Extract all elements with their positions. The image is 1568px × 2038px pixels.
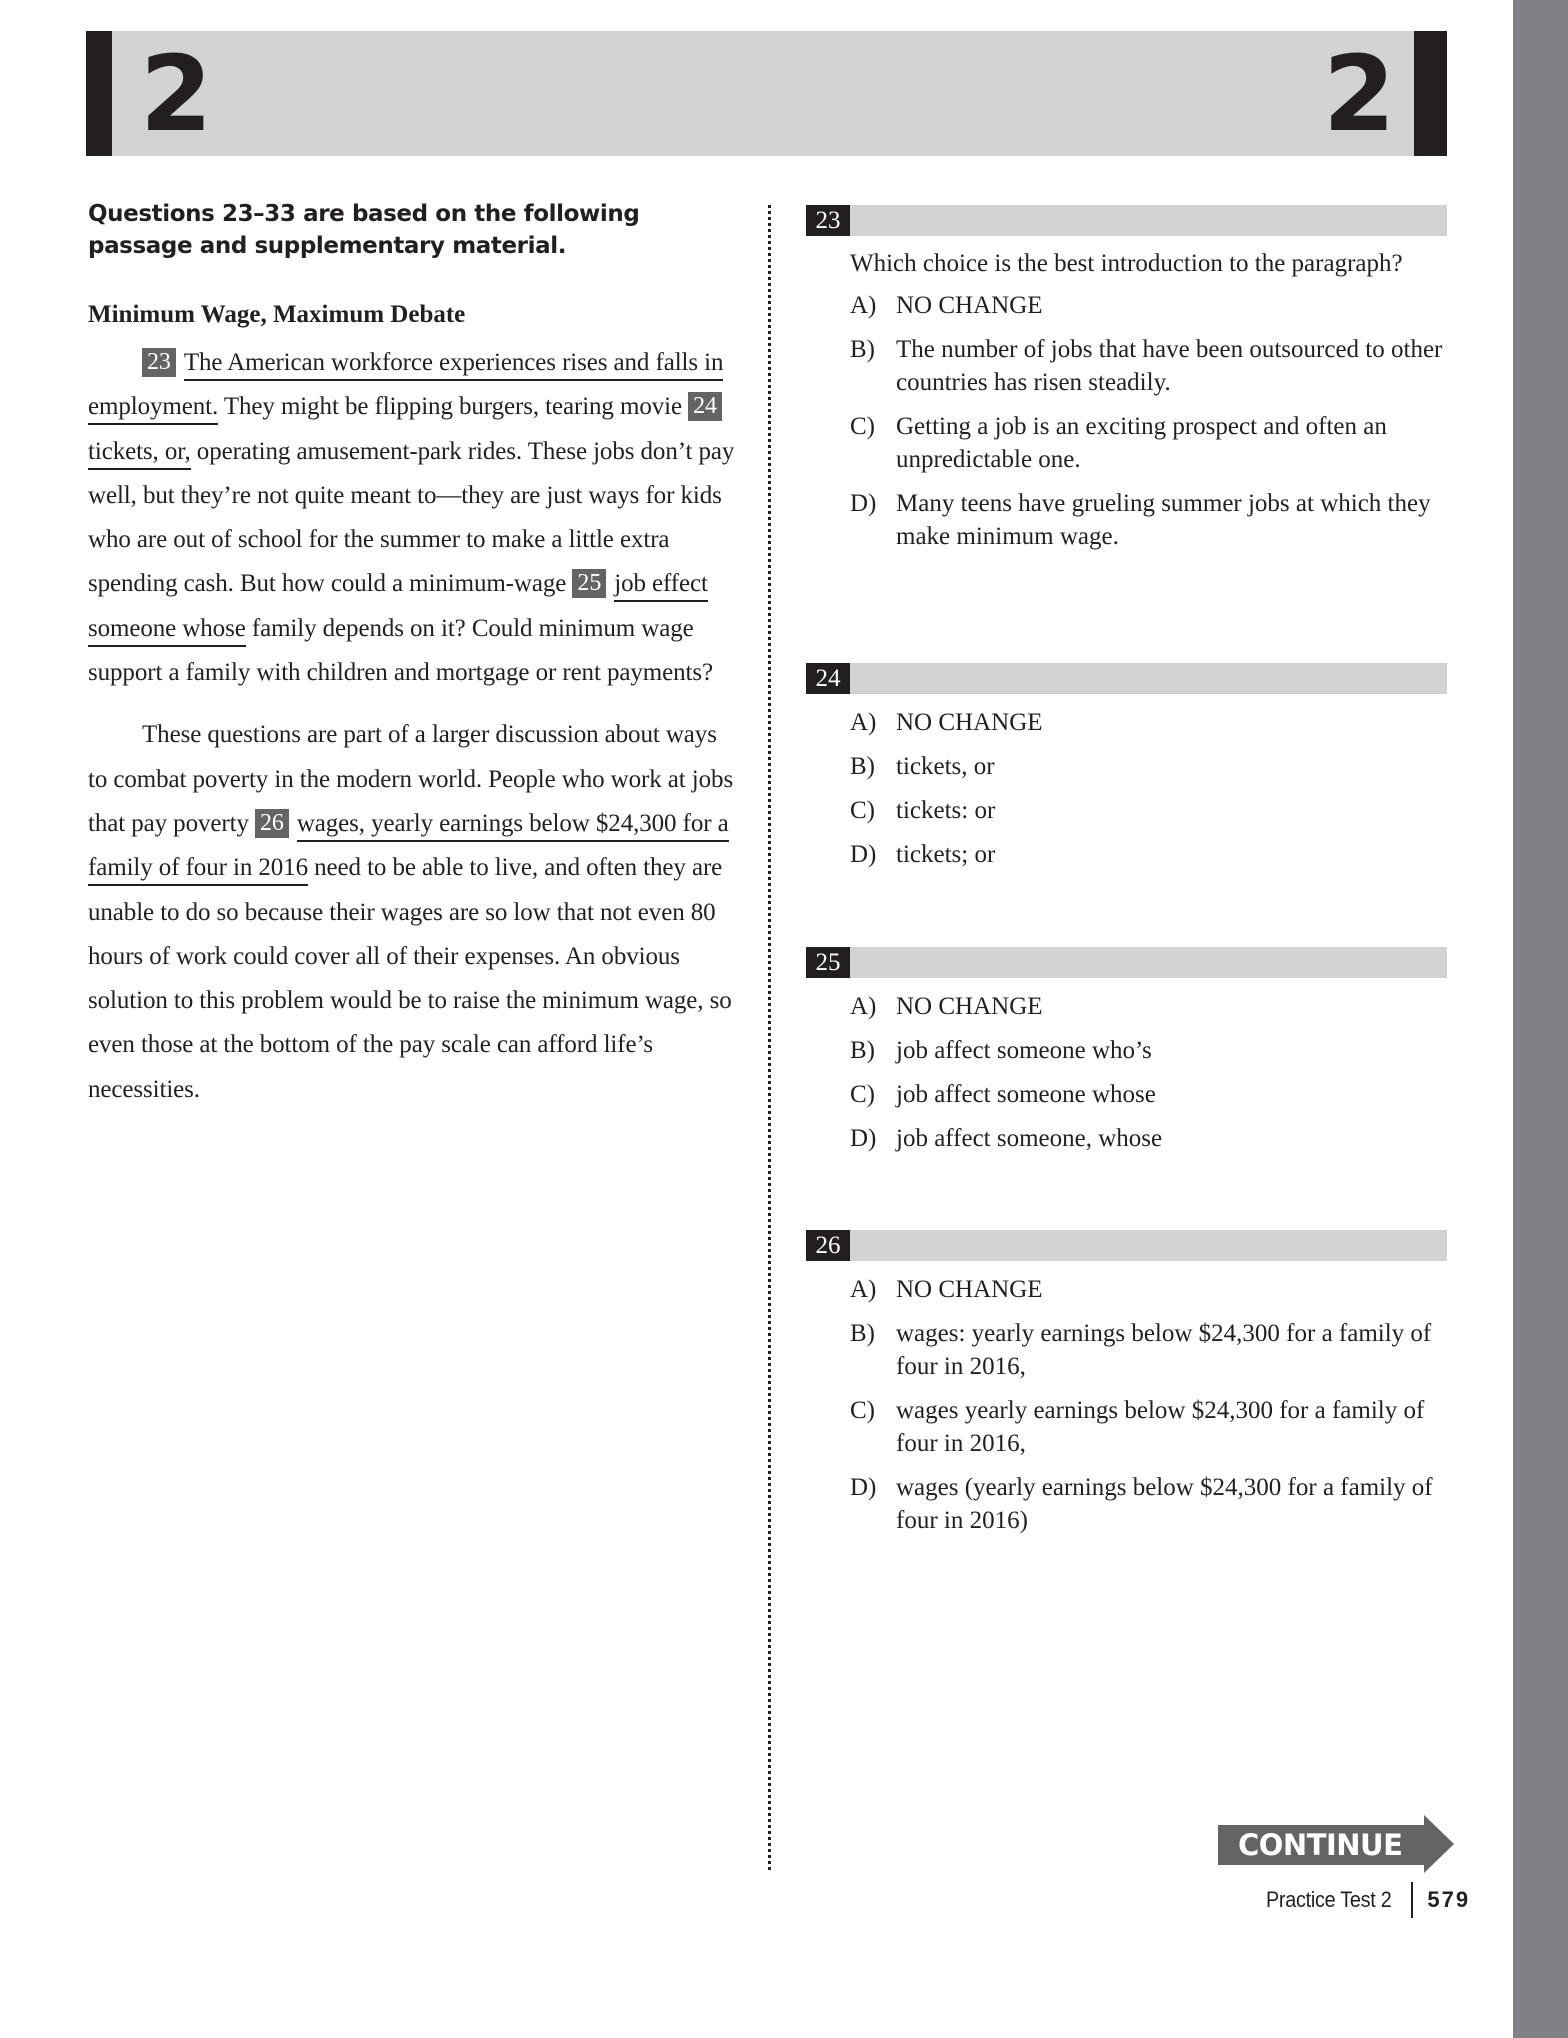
choice-letter: A) bbox=[850, 993, 877, 1020]
question-marker-23[interactable]: 23 bbox=[142, 348, 176, 377]
answer-choice-c[interactable]: C) job affect someone whose bbox=[850, 1078, 1447, 1111]
choice-letter: D) bbox=[850, 490, 877, 517]
answer-choice-c[interactable]: C) tickets: or bbox=[850, 794, 1447, 827]
answer-choice-c[interactable]: C) wages yearly earnings below $24,300 fo… bbox=[850, 1394, 1447, 1460]
question-26: 26 A) NO CHANGE B) wages: yearly earnings … bbox=[806, 1230, 1447, 1537]
underlined-text-24: tickets, or, bbox=[88, 437, 191, 470]
answer-choice-b[interactable]: B) tickets, or bbox=[850, 750, 1447, 783]
choice-letter: C) bbox=[850, 1397, 875, 1424]
column-divider bbox=[768, 205, 771, 1870]
choice-text: NO CHANGE bbox=[896, 292, 1043, 319]
choice-text: job affect someone, whose bbox=[896, 1125, 1163, 1152]
choice-text: tickets; or bbox=[896, 841, 996, 868]
continue-label: CONTINUE bbox=[1238, 1828, 1403, 1862]
question-25: 25 A) NO CHANGE B) job affect someone who’… bbox=[806, 947, 1447, 1155]
section-number-left: 2 bbox=[140, 33, 212, 155]
question-23: 23 Which choice is the best introduction… bbox=[806, 205, 1447, 553]
header-left-marker bbox=[86, 31, 112, 156]
choice-text: wages: yearly earnings below $24,300 for… bbox=[896, 1320, 1432, 1380]
question-marker-25[interactable]: 25 bbox=[572, 569, 607, 599]
answer-choice-b[interactable]: B) wages: yearly earnings below $24,300 f… bbox=[850, 1317, 1447, 1383]
answer-choice-a[interactable]: A) NO CHANGE bbox=[850, 1273, 1447, 1306]
answer-choice-a[interactable]: A) NO CHANGE bbox=[850, 706, 1447, 739]
passage-column: Questions 23–33 are based on the followi… bbox=[88, 198, 736, 1112]
question-number: 23 bbox=[806, 205, 850, 236]
page-number: 579 bbox=[1427, 1887, 1471, 1912]
answer-choice-b[interactable]: B) job affect someone who’s bbox=[850, 1034, 1447, 1067]
choice-text: tickets, or bbox=[896, 753, 995, 780]
answer-choice-d[interactable]: D) job affect someone, whose bbox=[850, 1122, 1447, 1155]
choice-text: The number of jobs that have been outsou… bbox=[896, 336, 1443, 396]
choice-text: Many teens have grueling summer jobs at … bbox=[896, 490, 1431, 550]
question-number: 25 bbox=[806, 947, 850, 978]
section-number-right: 2 bbox=[1323, 33, 1395, 155]
choice-letter: A) bbox=[850, 1276, 877, 1303]
arrow-right-icon bbox=[1424, 1815, 1454, 1873]
choice-text: NO CHANGE bbox=[896, 1276, 1043, 1303]
passage-intro: Questions 23–33 are based on the followi… bbox=[88, 201, 640, 259]
question-24: 24 A) NO CHANGE B) tickets, or C) tickets: … bbox=[806, 663, 1447, 871]
choice-letter: B) bbox=[850, 1037, 875, 1064]
choice-text: NO CHANGE bbox=[896, 709, 1043, 736]
question-header: 24 bbox=[806, 663, 1447, 694]
choice-letter: B) bbox=[850, 753, 875, 780]
choice-letter: C) bbox=[850, 1081, 875, 1108]
choice-letter: C) bbox=[850, 797, 875, 824]
choice-letter: D) bbox=[850, 841, 877, 868]
question-header: 23 bbox=[806, 205, 1447, 236]
choice-letter: A) bbox=[850, 292, 877, 319]
choice-letter: B) bbox=[850, 1320, 875, 1347]
answer-choice-c[interactable]: C) Getting a job is an exciting prospect … bbox=[850, 410, 1447, 476]
question-header: 25 bbox=[806, 947, 1447, 978]
choice-letter: D) bbox=[850, 1474, 877, 1501]
continue-button[interactable]: CONTINUE bbox=[1218, 1815, 1454, 1873]
choice-text: wages (yearly earnings below $24,300 for… bbox=[896, 1474, 1433, 1534]
page-edge-strip bbox=[1513, 0, 1568, 2038]
passage-text: They might be flipping burgers, tearing … bbox=[218, 393, 689, 421]
passage-paragraph-2: These questions are part of a larger dis… bbox=[88, 713, 736, 1112]
answer-choice-b[interactable]: B) The number of jobs that have been outs… bbox=[850, 333, 1447, 399]
passage-text: need to be able to live, and often they … bbox=[88, 854, 732, 1103]
question-marker-24[interactable]: 24 bbox=[688, 392, 722, 422]
question-header: 26 bbox=[806, 1230, 1447, 1261]
answer-choice-d[interactable]: D) tickets; or bbox=[850, 838, 1447, 871]
passage-title: Minimum Wage, Maximum Debate bbox=[88, 301, 466, 328]
choice-text: NO CHANGE bbox=[896, 993, 1043, 1020]
choice-text: wages yearly earnings below $24,300 for … bbox=[896, 1397, 1425, 1457]
choice-letter: A) bbox=[850, 709, 877, 736]
footer-test-name: Practice Test 2 bbox=[1266, 1887, 1392, 1912]
choice-letter: C) bbox=[850, 413, 875, 440]
header-right-marker bbox=[1414, 31, 1447, 156]
choice-text: job affect someone who’s bbox=[896, 1037, 1152, 1064]
choice-text: job affect someone whose bbox=[896, 1081, 1156, 1108]
choice-text: tickets: or bbox=[896, 797, 996, 824]
choice-letter: D) bbox=[850, 1125, 877, 1152]
answer-choice-d[interactable]: D) wages (yearly earnings below $24,300 f… bbox=[850, 1471, 1447, 1537]
question-number: 24 bbox=[806, 663, 850, 694]
passage-paragraph-1: 23 The American workforce experiences ris… bbox=[88, 341, 736, 695]
section-header-bar bbox=[86, 31, 1447, 156]
choice-letter: B) bbox=[850, 336, 875, 363]
question-number: 26 bbox=[806, 1230, 850, 1261]
question-marker-26[interactable]: 26 bbox=[255, 808, 289, 838]
answer-choice-d[interactable]: D) Many teens have grueling summer jobs a… bbox=[850, 487, 1447, 553]
answer-choice-a[interactable]: A) NO CHANGE bbox=[850, 289, 1447, 322]
question-stem: Which choice is the best introduction to… bbox=[850, 250, 1403, 277]
choice-text: Getting a job is an exciting prospect an… bbox=[896, 413, 1387, 473]
footer-separator bbox=[1411, 1882, 1414, 1918]
page-footer: Practice Test 2 579 bbox=[1266, 1880, 1470, 1920]
answer-choice-a[interactable]: A) NO CHANGE bbox=[850, 990, 1447, 1023]
